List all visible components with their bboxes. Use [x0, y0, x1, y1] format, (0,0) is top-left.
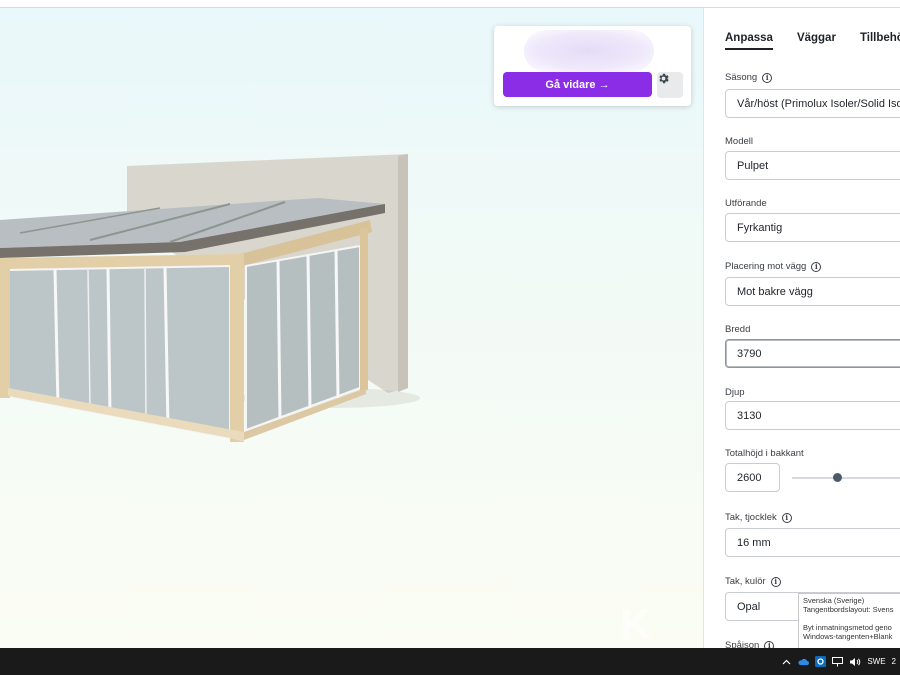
djup-input[interactable]: 3130 [725, 401, 900, 430]
configuration-panel: Anpassa Väggar Tillbehör Säsong i Vår/hö… [703, 8, 900, 648]
cloud-icon[interactable] [797, 658, 810, 666]
corner-post [230, 254, 244, 442]
clock[interactable]: 2 [892, 657, 896, 666]
sasong-select[interactable]: Vår/höst (Primolux Isoler/Solid Isol [725, 89, 900, 118]
slider-thumb[interactable] [833, 473, 842, 482]
system-tray: SWE 2 [782, 648, 900, 675]
tab-bar: Anpassa Väggar Tillbehör [725, 32, 900, 50]
bredd-input[interactable]: 3790 [725, 339, 900, 368]
info-icon[interactable]: i [781, 512, 792, 523]
tak-tjocklek-label-text: Tak, tjocklek [725, 512, 777, 523]
tooltip-line: Tangentbordslayout: Svens [803, 605, 894, 614]
action-card: Gå vidare → [494, 26, 691, 106]
gear-icon [659, 73, 669, 84]
language-indicator[interactable]: SWE [867, 657, 885, 666]
utforande-label: Utförande [725, 198, 767, 209]
tooltip-line: Svenska (Sverige) [803, 596, 865, 605]
tooltip-line: Byt inmatningsmetod geno [803, 623, 892, 632]
modell-label: Modell [725, 136, 753, 147]
spajson-label: Spåjson i [725, 640, 775, 648]
browser-top-bar [0, 0, 900, 8]
sasong-label: Säsong i [725, 72, 773, 83]
totalhojd-label: Totalhöjd i bakkant [725, 448, 804, 459]
utforande-select[interactable]: Fyrkantig [725, 213, 900, 242]
info-icon[interactable]: i [762, 72, 773, 83]
sasong-label-text: Säsong [725, 72, 758, 83]
tab-anpassa[interactable]: Anpassa [725, 32, 773, 50]
totalhojd-input[interactable]: 2600 [725, 463, 780, 492]
outlook-icon[interactable] [815, 656, 827, 667]
tak-tjocklek-select[interactable]: 16 mm [725, 528, 900, 557]
placering-label-text: Placering mot vägg [725, 261, 807, 272]
placering-label: Placering mot vägg i [725, 261, 822, 272]
language-tooltip: Svenska (Sverige) Tangentbordslayout: Sv… [798, 593, 900, 653]
tab-vaggar[interactable]: Väggar [797, 32, 836, 50]
chevron-up-icon[interactable] [782, 659, 791, 665]
continue-button[interactable]: Gå vidare → [503, 72, 652, 97]
djup-label: Djup [725, 387, 745, 398]
3d-viewport[interactable]: Gå vidare → [0, 8, 703, 648]
tak-kulor-label: Tak, kulör i [725, 576, 781, 587]
modell-select[interactable]: Pulpet [725, 151, 900, 180]
bredd-label: Bredd [725, 324, 751, 335]
spajson-label-text: Spåjson [725, 640, 760, 648]
tak-kulor-label-text: Tak, kulör [725, 576, 766, 587]
blurred-preview [524, 30, 654, 72]
tooltip-line: Windows-tangenten+Blank [803, 632, 893, 641]
watermark: K [620, 600, 654, 649]
info-icon[interactable]: i [764, 640, 775, 648]
settings-button[interactable] [657, 72, 683, 98]
info-icon[interactable]: i [770, 576, 781, 587]
tak-tjocklek-label: Tak, tjocklek i [725, 512, 792, 523]
tab-tillbehor[interactable]: Tillbehör [860, 32, 900, 50]
network-icon[interactable] [832, 656, 844, 667]
placering-select[interactable]: Mot bakre vägg [725, 277, 900, 306]
volume-icon[interactable] [849, 657, 861, 667]
windows-taskbar: SWE 2 [0, 648, 900, 675]
totalhojd-slider[interactable] [792, 473, 900, 482]
info-icon[interactable]: i [811, 261, 822, 272]
